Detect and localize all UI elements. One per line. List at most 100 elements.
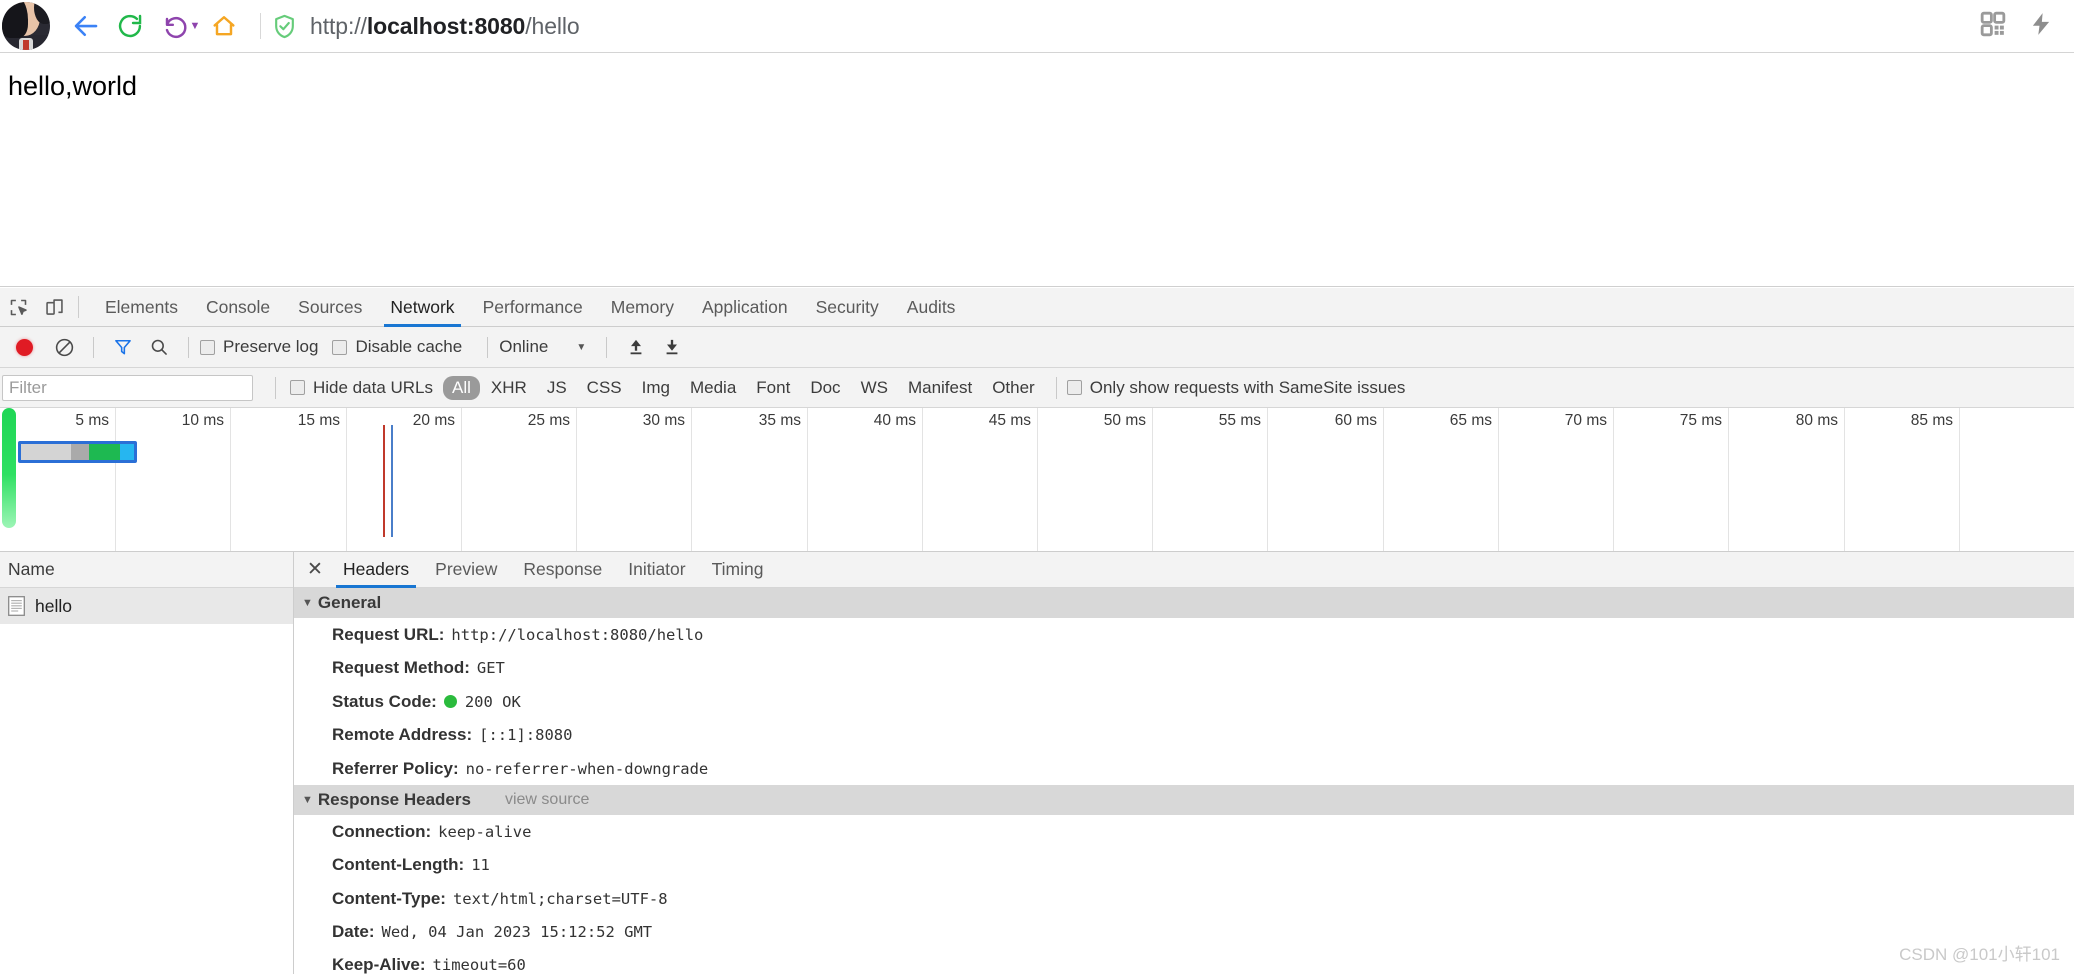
header-value: http://localhost:8080/hello — [451, 626, 704, 644]
devtools-tab-console[interactable]: Console — [192, 288, 284, 327]
disable-cache-label[interactable]: Disable cache — [355, 337, 462, 357]
hide-data-urls-label[interactable]: Hide data URLs — [313, 378, 433, 398]
address-bar-url[interactable]: http://localhost:8080/hello — [310, 13, 580, 40]
ruler-tick-label: 30 ms — [642, 412, 685, 429]
home-icon[interactable] — [202, 4, 246, 48]
overview-start-marker — [2, 408, 16, 528]
waterfall-bar-selected[interactable] — [18, 441, 137, 463]
samesite-issues-checkbox[interactable] — [1066, 380, 1082, 395]
devtools-tab-network[interactable]: Network — [376, 288, 468, 327]
detail-tab-headers[interactable]: Headers — [330, 552, 422, 588]
document-icon — [8, 596, 25, 616]
header-value: keep-alive — [438, 822, 532, 841]
filter-funnel-icon[interactable] — [105, 329, 141, 365]
filter-type-doc[interactable]: Doc — [801, 376, 849, 400]
request-row[interactable]: hello — [0, 588, 293, 624]
ruler-tick-label: 80 ms — [1795, 412, 1838, 429]
ruler-tick-label: 10 ms — [181, 412, 224, 429]
import-har-icon[interactable] — [618, 329, 654, 365]
filter-type-manifest[interactable]: Manifest — [899, 376, 981, 400]
ruler-tick-label: 85 ms — [1910, 412, 1953, 429]
detail-tab-initiator[interactable]: Initiator — [615, 552, 698, 588]
page-viewport: hello,world — [0, 53, 2074, 287]
status-badge — [443, 694, 457, 708]
tabstrip-divider — [78, 296, 79, 318]
devtools-tab-security[interactable]: Security — [802, 288, 893, 327]
ruler-tick-label: 70 ms — [1564, 412, 1607, 429]
clear-network-log-icon[interactable] — [46, 329, 82, 365]
load-event-marker — [391, 425, 393, 537]
samesite-issues-label[interactable]: Only show requests with SameSite issues — [1090, 378, 1406, 398]
filter-divider-2 — [1055, 376, 1057, 399]
waterfall-segment-queueing — [21, 444, 71, 460]
filter-type-ws[interactable]: WS — [852, 376, 897, 400]
headers-section-header[interactable]: ▼ General — [294, 588, 2074, 618]
ruler-gridline — [807, 408, 808, 551]
reload-icon[interactable] — [108, 4, 152, 48]
qr-code-icon[interactable] — [1980, 11, 2006, 42]
header-value: timeout=60 — [432, 956, 526, 974]
ruler-tick-label: 15 ms — [297, 412, 340, 429]
filter-type-img[interactable]: Img — [633, 376, 679, 400]
request-list-column-header[interactable]: Name — [0, 552, 293, 588]
waterfall-segments — [21, 444, 134, 460]
export-har-icon[interactable] — [654, 329, 690, 365]
chevron-down-icon[interactable]: ▼ — [576, 342, 586, 353]
header-row: Request Method: GET — [294, 651, 2074, 684]
ruler-gridline — [230, 408, 231, 551]
history-dropdown-caret-icon[interactable]: ▼ — [188, 4, 202, 48]
url-host: localhost:8080 — [366, 12, 526, 39]
header-row: Referrer Policy: no-referrer-when-downgra… — [294, 752, 2074, 785]
ruler-gridline — [1383, 408, 1384, 551]
filter-type-js[interactable]: JS — [538, 376, 576, 400]
avatar-hair — [2, 2, 28, 38]
detail-tab-preview[interactable]: Preview — [422, 552, 510, 588]
ruler-tick-label: 25 ms — [527, 412, 570, 429]
throttling-select[interactable]: Online — [499, 337, 548, 357]
ruler-gridline — [922, 408, 923, 551]
filter-type-xhr[interactable]: XHR — [482, 376, 536, 400]
devtools-tab-audits[interactable]: Audits — [893, 288, 970, 327]
inspect-element-icon[interactable] — [0, 289, 36, 325]
record-button-icon[interactable] — [16, 338, 33, 356]
hide-data-urls-checkbox[interactable] — [290, 380, 305, 395]
avatar[interactable] — [2, 2, 50, 50]
header-key: Remote Address: — [332, 725, 473, 745]
devtools-tab-performance[interactable]: Performance — [469, 288, 597, 327]
devtools-tab-application[interactable]: Application — [688, 288, 802, 327]
view-source-link[interactable]: view source — [505, 791, 589, 809]
resource-type-filters: All XHR JS CSS Img Media Font Doc WS Manifest Othe… — [443, 375, 1046, 400]
url-scheme: http:// — [310, 12, 367, 39]
ruler-gridline — [1037, 408, 1038, 551]
ruler-tick-label: 35 ms — [758, 412, 801, 429]
headers-section-header[interactable]: ▼ Response Headers view source — [294, 784, 2074, 815]
filter-type-media[interactable]: Media — [681, 376, 745, 400]
devtools-tab-sources[interactable]: Sources — [284, 288, 376, 327]
search-magnifier-icon[interactable] — [141, 329, 177, 365]
ruler-tick-label: 60 ms — [1334, 412, 1377, 429]
header-key: Content-Type: — [332, 888, 446, 908]
ruler-gridline — [1152, 408, 1153, 551]
url-path: /hello — [525, 12, 580, 39]
request-row-name: hello — [35, 595, 72, 616]
devtools-tab-elements[interactable]: Elements — [91, 288, 192, 327]
filter-type-css[interactable]: CSS — [578, 376, 631, 400]
preserve-log-label[interactable]: Preserve log — [223, 337, 318, 357]
back-arrow-icon[interactable] — [64, 4, 108, 48]
network-overview-timeline[interactable]: 5 ms 10 ms 15 ms 20 ms 25 ms 30 ms 35 ms 40 ms 4… — [0, 408, 2074, 552]
close-icon[interactable]: ✕ — [300, 553, 330, 587]
detail-tab-timing[interactable]: Timing — [699, 552, 777, 588]
devtools-panel: Elements Console Sources Network Performance… — [0, 288, 2074, 975]
network-control-bar: Preserve log Disable cache Online ▼ — [0, 327, 2074, 368]
filter-type-all[interactable]: All — [443, 375, 480, 400]
devtools-tab-memory[interactable]: Memory — [597, 288, 688, 327]
filter-type-font[interactable]: Font — [747, 376, 799, 400]
filter-type-other[interactable]: Other — [983, 376, 1044, 400]
preserve-log-checkbox[interactable] — [200, 339, 215, 355]
filter-input[interactable] — [2, 374, 253, 401]
detail-tab-response[interactable]: Response — [510, 552, 615, 588]
disable-cache-checkbox[interactable] — [332, 339, 348, 355]
security-shield-icon[interactable] — [271, 13, 298, 40]
lightning-bolt-icon[interactable] — [2028, 11, 2054, 42]
device-toolbar-icon[interactable] — [36, 289, 72, 325]
